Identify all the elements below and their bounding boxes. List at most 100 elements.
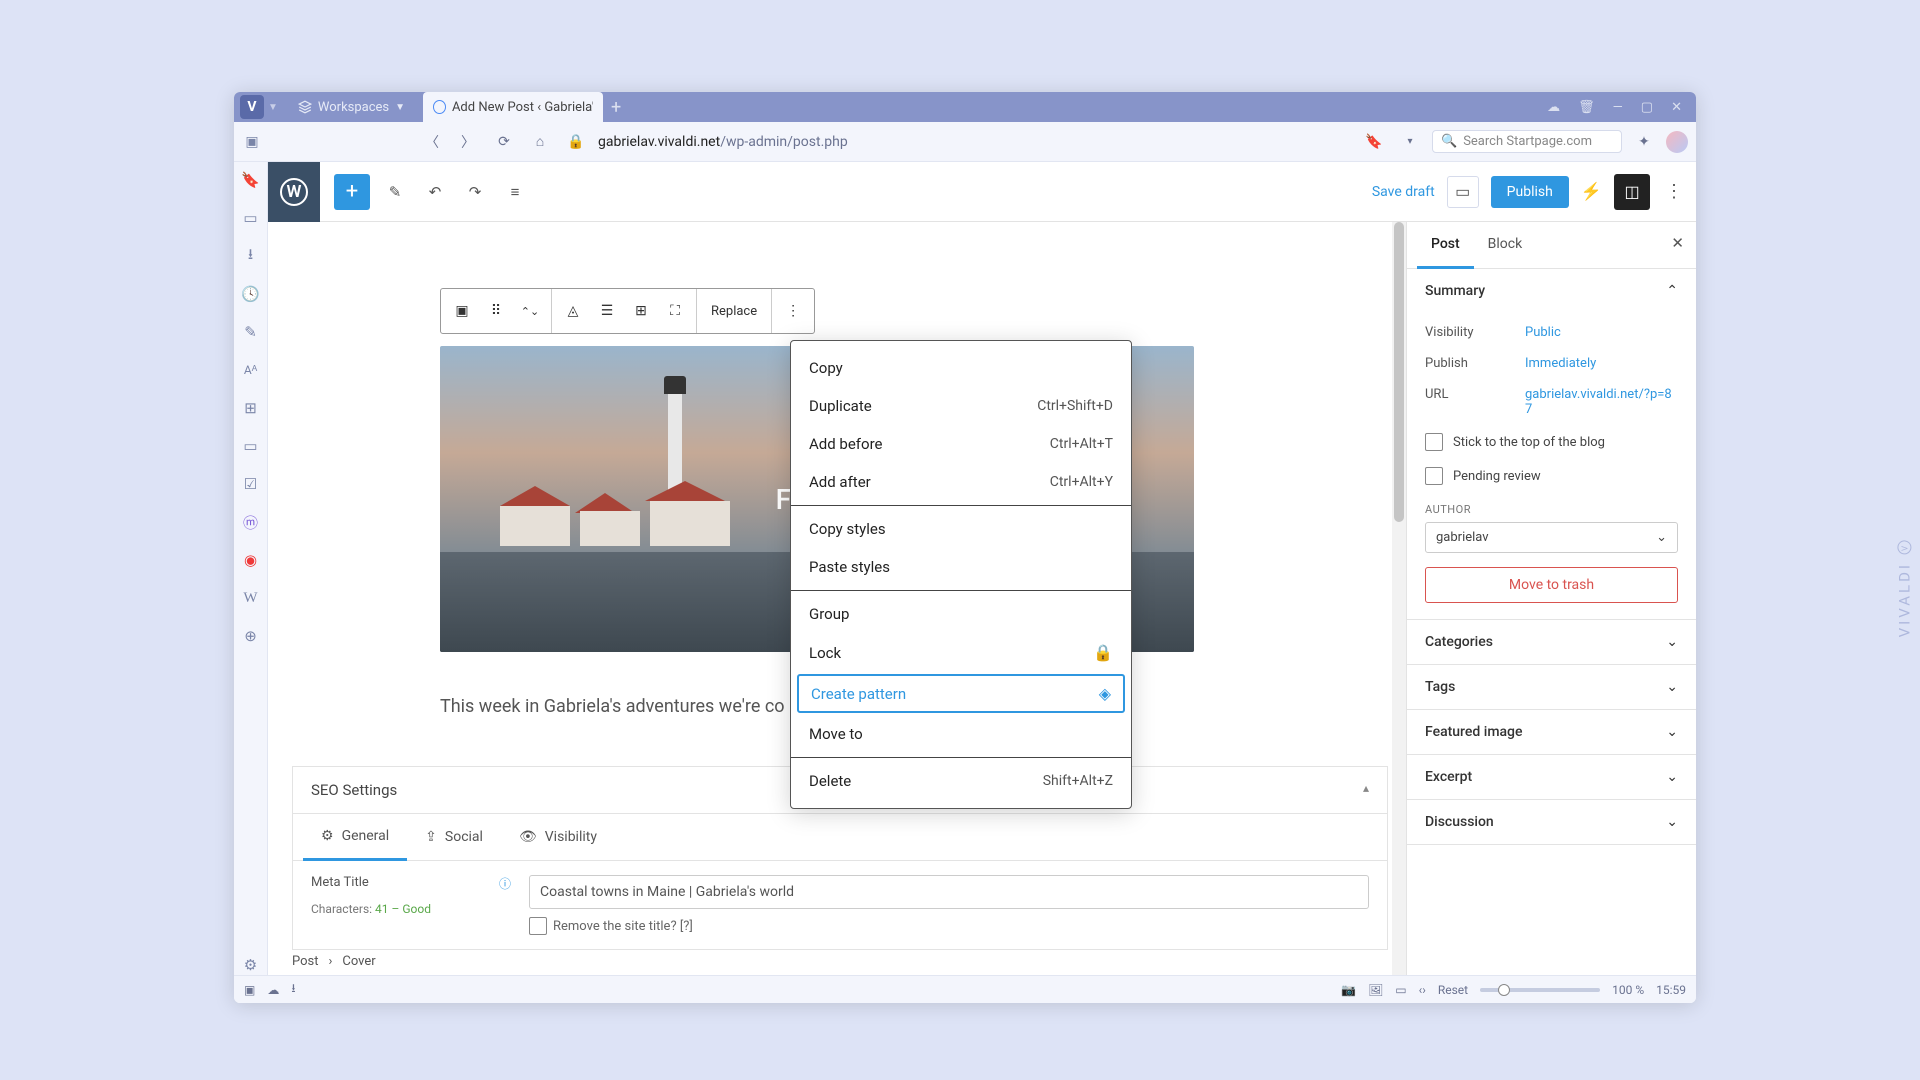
menu-move-to[interactable]: Move to <box>791 715 1131 753</box>
wikipedia-panel-icon[interactable]: W <box>241 588 261 608</box>
downloads-status-icon[interactable]: ⭳ <box>291 979 295 1000</box>
publish-button[interactable]: Publish <box>1491 176 1569 208</box>
vivaldi-menu-caret-icon[interactable]: ▼ <box>268 102 278 113</box>
alignment-icon[interactable]: ◬ <box>560 298 586 324</box>
remove-sitetitle-checkbox[interactable] <box>529 917 547 935</box>
fullheight-icon[interactable]: ⛶ <box>662 298 688 324</box>
translate-panel-icon[interactable]: Aᴬ <box>241 360 261 380</box>
add-panel-icon[interactable]: ⊕ <box>241 626 261 646</box>
panel-toggle-icon[interactable]: ▣ <box>242 132 262 152</box>
menu-duplicate[interactable]: DuplicateCtrl+Shift+D <box>791 387 1131 425</box>
sessions-panel-icon[interactable]: ▭ <box>241 436 261 456</box>
add-block-button[interactable]: + <box>334 174 370 210</box>
minimize-button[interactable]: — <box>1613 100 1623 115</box>
discussion-heading[interactable]: Discussion <box>1425 814 1494 830</box>
sync-cloud-icon[interactable]: ☁ <box>1547 100 1560 115</box>
block-options-button[interactable]: ⋮ <box>780 298 806 324</box>
close-sidebar-button[interactable]: ✕ <box>1671 234 1684 252</box>
sticky-checkbox[interactable] <box>1425 433 1443 451</box>
reading-list-icon[interactable]: ▭ <box>241 208 261 228</box>
lock-icon[interactable]: 🔒 <box>562 128 590 156</box>
sync-status-icon[interactable]: ☁ <box>267 983 279 997</box>
extensions-icon[interactable]: ✦ <box>1630 128 1658 156</box>
capture-icon[interactable]: 📷 <box>1341 983 1356 997</box>
back-button[interactable]: 〈 <box>418 128 446 156</box>
menu-add-before[interactable]: Add beforeCtrl+Alt+T <box>791 425 1131 463</box>
menu-lock[interactable]: Lock🔒 <box>791 633 1131 672</box>
seo-tab-social[interactable]: ⇪Social <box>407 814 501 860</box>
search-box[interactable]: 🔍 Search Startpage.com <box>1432 130 1622 153</box>
chevron-down-icon[interactable]: ⌄ <box>1666 724 1678 740</box>
chevron-down-icon[interactable]: ⌄ <box>1666 679 1678 695</box>
new-tab-button[interactable]: + <box>611 97 621 118</box>
excerpt-heading[interactable]: Excerpt <box>1425 769 1472 785</box>
content-position-icon[interactable]: ⊞ <box>628 298 654 324</box>
menu-paste-styles[interactable]: Paste styles <box>791 548 1131 586</box>
caret-icon[interactable]: ▾ <box>1396 128 1424 156</box>
tile-icon[interactable]: ▭ <box>1395 983 1406 997</box>
panel-toggle-icon[interactable]: ▣ <box>244 983 255 997</box>
move-to-trash-button[interactable]: Move to trash <box>1425 567 1678 603</box>
seo-tab-general[interactable]: ⚙General <box>303 814 407 861</box>
meta-title-input[interactable]: Coastal towns in Maine | Gabriela's worl… <box>529 875 1369 909</box>
settings-toggle-button[interactable]: ◫ <box>1614 174 1650 210</box>
chevron-up-icon[interactable]: ⌃ <box>1666 283 1678 299</box>
home-button[interactable]: ⌂ <box>526 128 554 156</box>
publish-date-link[interactable]: Immediately <box>1525 356 1678 371</box>
visibility-link[interactable]: Public <box>1525 325 1678 340</box>
code-icon[interactable]: ‹› <box>1419 983 1426 997</box>
undo-button[interactable]: ↶ <box>420 177 450 207</box>
seo-tab-visibility[interactable]: 👁Visibility <box>501 814 615 860</box>
zoom-slider[interactable] <box>1480 988 1600 992</box>
chevron-down-icon[interactable]: ⌄ <box>1666 814 1678 830</box>
zoom-reset-button[interactable]: Reset <box>1438 983 1468 997</box>
menu-delete[interactable]: DeleteShift+Alt+Z <box>791 762 1131 800</box>
window-panel-icon[interactable]: ⊞ <box>241 398 261 418</box>
menu-add-after[interactable]: Add afterCtrl+Alt+Y <box>791 463 1131 501</box>
jetpack-icon[interactable]: ⚡ <box>1581 182 1602 202</box>
tasks-panel-icon[interactable]: ☑ <box>241 474 261 494</box>
breadcrumb-post[interactable]: Post <box>292 954 319 969</box>
position-icon[interactable]: ☰ <box>594 298 620 324</box>
more-options-button[interactable]: ⋮ <box>1662 181 1686 202</box>
vivaldi-logo-icon[interactable]: V <box>240 95 264 119</box>
bookmarks-panel-icon[interactable]: 🔖 <box>241 170 261 190</box>
sidebar-tab-post[interactable]: Post <box>1417 222 1474 269</box>
scrollbar[interactable] <box>1392 222 1406 975</box>
replace-button[interactable]: Replace <box>705 304 763 319</box>
maximize-button[interactable]: ▢ <box>1641 100 1653 115</box>
image-toggle-icon[interactable]: 🖼 <box>1368 983 1383 997</box>
save-draft-button[interactable]: Save draft <box>1372 184 1435 200</box>
sidebar-tab-block[interactable]: Block <box>1474 222 1537 268</box>
preview-button[interactable]: ▭ <box>1447 176 1479 208</box>
workspaces-button[interactable]: Workspaces ▼ <box>288 96 415 119</box>
trash-icon[interactable]: 🗑 <box>1578 100 1595 115</box>
mastodon-panel-icon[interactable]: ⓜ <box>241 512 261 532</box>
menu-copy-styles[interactable]: Copy styles <box>791 510 1131 548</box>
chevron-down-icon[interactable]: ⌄ <box>1666 769 1678 785</box>
edit-mode-icon[interactable]: ✎ <box>380 177 410 207</box>
wp-logo[interactable]: W <box>268 162 320 222</box>
menu-create-pattern[interactable]: Create pattern◈ <box>797 674 1125 713</box>
notes-panel-icon[interactable]: ✎ <box>241 322 261 342</box>
reload-button[interactable]: ⟳ <box>490 128 518 156</box>
drag-handle-icon[interactable]: ⠿ <box>483 298 509 324</box>
categories-heading[interactable]: Categories <box>1425 634 1493 650</box>
post-paragraph[interactable]: This week in Gabriela's adventures we're… <box>440 696 785 717</box>
settings-panel-icon[interactable]: ⚙ <box>241 955 261 975</box>
history-panel-icon[interactable]: 🕓 <box>241 284 261 304</box>
help-icon[interactable]: ⓘ <box>499 875 511 892</box>
close-button[interactable]: ✕ <box>1671 100 1682 115</box>
chevron-down-icon[interactable]: ⌄ <box>1666 634 1678 650</box>
block-type-icon[interactable]: ▣ <box>449 298 475 324</box>
collapse-panel-icon[interactable]: ▴ <box>1363 781 1369 799</box>
permalink-link[interactable]: gabrielav.vivaldi.net/?p=87 <box>1525 387 1678 417</box>
vivaldi-panel-icon[interactable]: ◉ <box>241 550 261 570</box>
author-select[interactable]: gabrielav⌄ <box>1425 522 1678 553</box>
redo-button[interactable]: ↷ <box>460 177 490 207</box>
tags-heading[interactable]: Tags <box>1425 679 1455 695</box>
profile-avatar[interactable] <box>1666 131 1688 153</box>
document-outline-icon[interactable]: ≡ <box>500 177 530 207</box>
bookmark-icon[interactable]: 🔖 <box>1360 128 1388 156</box>
menu-copy[interactable]: Copy <box>791 349 1131 387</box>
